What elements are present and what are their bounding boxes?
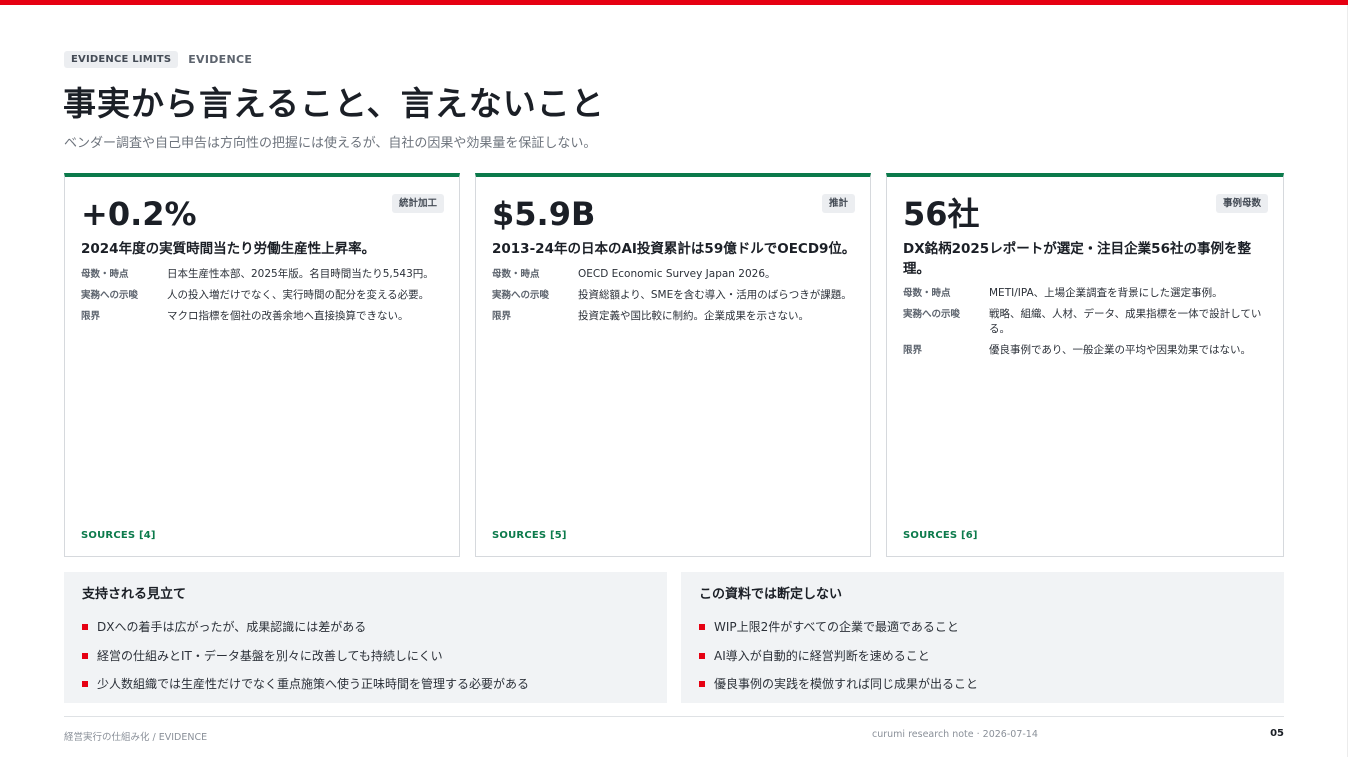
evidence-card-ai-investment: $5.9B 推計 2013-24年の日本のAI投資累計は59億ドルでOECD9位… (475, 173, 871, 557)
detail-text: 戦略、組織、人材、データ、成果指標を一体で設計している。 (989, 308, 1262, 335)
detail-label: 実務への示唆 (492, 290, 550, 301)
section-badge: EVIDENCE LIMITS (64, 51, 179, 68)
card-tag: 統計加工 (391, 194, 444, 213)
list-item-text: WIP上限2件がすべての企業で最適であること (714, 620, 959, 635)
card-details: 母数・時点 日本生産性本部、2025年版。名目時間当たり5,543円。 実務への… (81, 267, 447, 330)
card-metric: $5.9B (492, 195, 596, 233)
card-metric: 56社 (903, 195, 980, 233)
footer-note: curumi research note · 2026-07-14 (872, 729, 1038, 740)
list-item: 少人数組織では生産性だけでなく重点施策へ使う正味時間を管理する必要がある (82, 670, 649, 699)
supported-views-panel: 支持される見立て DXへの着手は広がったが、成果認識には差がある 経営の仕組みと… (64, 572, 667, 703)
detail-label: 限界 (81, 311, 101, 322)
detail-text: マクロ指標を個社の改善余地へ直接換算できない。 (167, 310, 409, 322)
list-item-text: DXへの着手は広がったが、成果認識には差がある (97, 620, 367, 635)
detail-row: 限界 優良事例であり、一般企業の平均や因果効果ではない。 (903, 343, 1269, 358)
detail-text: 投資定義や国比較に制約。企業成果を示さない。 (578, 310, 809, 322)
detail-row: 限界 投資定義や国比較に制約。企業成果を示さない。 (492, 309, 858, 324)
sources-link[interactable]: SOURCES [6] (903, 530, 978, 541)
top-accent-bar (0, 0, 1348, 5)
detail-row: 実務への示唆 戦略、組織、人材、データ、成果指標を一体で設計している。 (903, 307, 1269, 337)
detail-text: 人の投入増だけでなく、実行時間の配分を変える必要。 (167, 289, 430, 301)
card-details: 母数・時点 OECD Economic Survey Japan 2026。 実… (492, 267, 858, 330)
list-item: 優良事例の実践を模倣すれば同じ成果が出ること (699, 670, 1266, 699)
detail-label: 限界 (492, 311, 512, 322)
list-item: AI導入が自動的に経営判断を速めること (699, 642, 1266, 671)
list-item: WIP上限2件がすべての企業で最適であること (699, 613, 1266, 642)
page-number: 05 (1270, 728, 1284, 739)
detail-text: 投資総額より、SMEを含む導入・活用のばらつきが課題。 (578, 289, 852, 301)
detail-row: 実務への示唆 投資総額より、SMEを含む導入・活用のばらつきが課題。 (492, 288, 858, 303)
detail-text: OECD Economic Survey Japan 2026。 (578, 268, 776, 280)
card-details: 母数・時点 METI/IPA、上場企業調査を背景にした選定事例。 実務への示唆 … (903, 286, 1269, 364)
not-asserted-list: WIP上限2件がすべての企業で最適であること AI導入が自動的に経営判断を速める… (699, 613, 1266, 699)
page-title: 事実から言えること、言えないこと (63, 84, 605, 123)
list-item-text: 少人数組織では生産性だけでなく重点施策へ使う正味時間を管理する必要がある (97, 677, 530, 692)
detail-row: 母数・時点 日本生産性本部、2025年版。名目時間当たり5,543円。 (81, 267, 447, 282)
detail-row: 母数・時点 METI/IPA、上場企業調査を背景にした選定事例。 (903, 286, 1269, 301)
sources-link[interactable]: SOURCES [5] (492, 530, 567, 541)
supported-list: DXへの着手は広がったが、成果認識には差がある 経営の仕組みとIT・データ基盤を… (82, 613, 649, 699)
list-item-text: 経営の仕組みとIT・データ基盤を別々に改善しても持続しにくい (97, 648, 443, 663)
page-subtitle: ベンダー調査や自己申告は方向性の把握には使えるが、自社の因果や効果量を保証しない… (64, 136, 597, 151)
detail-row: 実務への示唆 人の投入増だけでなく、実行時間の配分を変える必要。 (81, 288, 447, 303)
evidence-card-productivity: +0.2% 統計加工 2024年度の実質時間当たり労働生産性上昇率。 母数・時点… (64, 173, 460, 557)
detail-row: 母数・時点 OECD Economic Survey Japan 2026。 (492, 267, 858, 282)
detail-label: 母数・時点 (903, 288, 951, 299)
list-item-text: 優良事例の実践を模倣すれば同じ成果が出ること (714, 677, 979, 692)
section-label: EVIDENCE (188, 53, 253, 66)
section-kicker: EVIDENCE LIMITS EVIDENCE (64, 51, 252, 68)
footer-breadcrumb: 経営実行の仕組み化 / EVIDENCE (64, 732, 208, 743)
list-item-text: AI導入が自動的に経営判断を速めること (714, 648, 930, 663)
card-headline: DX銘柄2025レポートが選定・注目企業56社の事例を整理。 (903, 241, 1251, 277)
list-item: 経営の仕組みとIT・データ基盤を別々に改善しても持続しにくい (82, 642, 649, 671)
card-tag: 事例母数 (1215, 194, 1268, 213)
panel-title: この資料では断定しない (699, 587, 843, 602)
red-square-bullet-icon (82, 624, 88, 631)
detail-label: 母数・時点 (492, 269, 540, 280)
not-asserted-panel: この資料では断定しない WIP上限2件がすべての企業で最適であること AI導入が… (681, 572, 1284, 703)
card-headline: 2013-24年の日本のAI投資累計は59億ドルでOECD9位。 (492, 241, 856, 257)
footer-divider (64, 716, 1284, 717)
red-square-bullet-icon (699, 624, 705, 631)
detail-label: 実務への示唆 (903, 309, 961, 320)
card-headline: 2024年度の実質時間当たり労働生産性上昇率。 (81, 241, 376, 257)
red-square-bullet-icon (82, 652, 88, 659)
sources-link[interactable]: SOURCES [4] (81, 530, 156, 541)
detail-text: 日本生産性本部、2025年版。名目時間当たり5,543円。 (167, 268, 434, 280)
detail-row: 限界 マクロ指標を個社の改善余地へ直接換算できない。 (81, 309, 447, 324)
detail-text: 優良事例であり、一般企業の平均や因果効果ではない。 (989, 344, 1251, 356)
red-square-bullet-icon (699, 652, 705, 659)
evidence-card-dx-cases: 56社 事例母数 DX銘柄2025レポートが選定・注目企業56社の事例を整理。 … (886, 173, 1284, 557)
detail-label: 母数・時点 (81, 269, 129, 280)
red-square-bullet-icon (699, 681, 705, 688)
list-item: DXへの着手は広がったが、成果認識には差がある (82, 613, 649, 642)
detail-text: METI/IPA、上場企業調査を背景にした選定事例。 (989, 287, 1223, 299)
card-tag: 推計 (821, 194, 855, 213)
detail-label: 限界 (903, 345, 923, 356)
panel-title: 支持される見立て (82, 587, 187, 602)
red-square-bullet-icon (82, 681, 88, 688)
detail-label: 実務への示唆 (81, 290, 139, 301)
card-metric: +0.2% (81, 195, 197, 233)
